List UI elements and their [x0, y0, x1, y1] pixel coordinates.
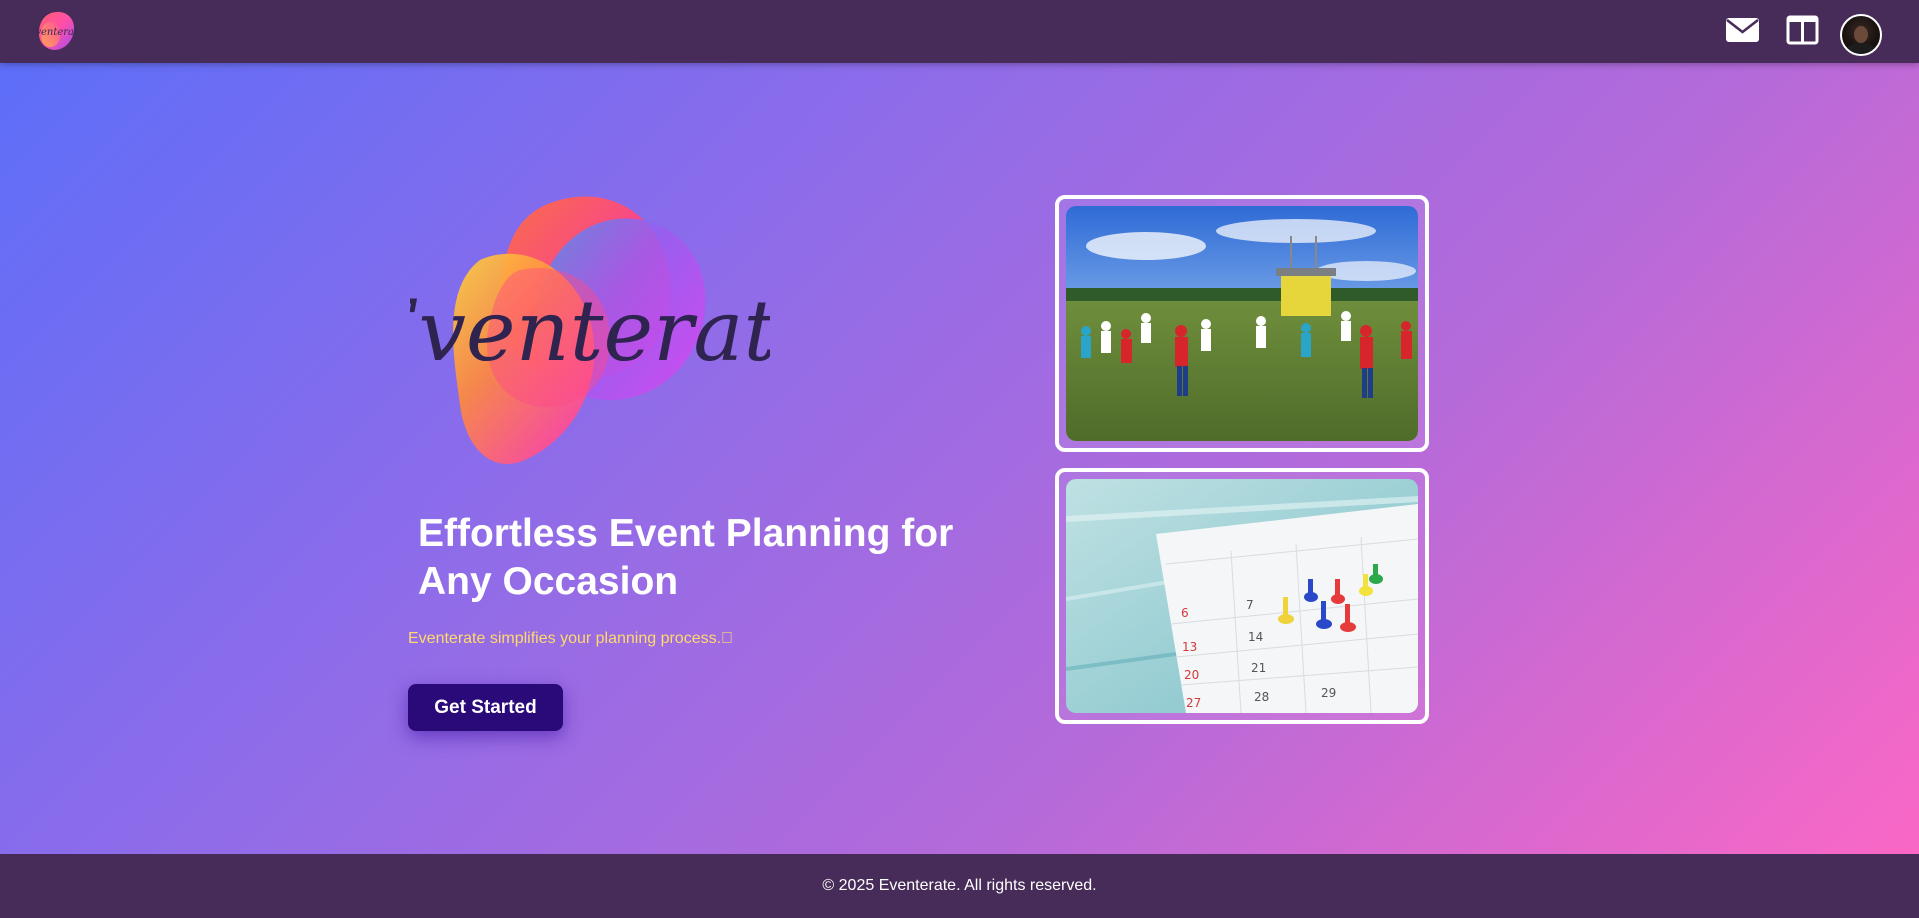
svg-text:14: 14 — [1248, 630, 1263, 644]
svg-text:20: 20 — [1184, 668, 1199, 682]
mail-icon[interactable] — [1725, 15, 1760, 45]
page-footer: © 2025 Eventerate. All rights reserved. — [0, 854, 1919, 918]
avatar-face — [1854, 26, 1868, 43]
hero-subtitle: Eventerate simplifies your planning proc… — [408, 630, 734, 647]
top-navbar: Eventerate — [0, 0, 1919, 63]
svg-text:27: 27 — [1186, 696, 1201, 710]
brand-logo-text: Eventerate — [34, 27, 78, 38]
svg-text:29: 29 — [1321, 686, 1336, 700]
hero-title: Effortless Event Planning for Any Occasi… — [418, 512, 954, 603]
get-started-button[interactable]: Get Started — [408, 684, 563, 731]
brand-logo[interactable]: Eventerate — [27, 8, 84, 54]
layout-icon[interactable] — [1786, 14, 1819, 46]
svg-text:21: 21 — [1251, 661, 1266, 675]
hero-logo: Eventerate — [355, 190, 827, 470]
event-photo-card — [1055, 195, 1429, 452]
event-crowd-photo — [1066, 206, 1418, 441]
avatar-shoulders — [1846, 43, 1876, 54]
calendar-photo-card: 6 13 20 27 7 14 21 28 29 — [1055, 468, 1429, 724]
svg-text:7: 7 — [1246, 598, 1254, 612]
calendar-pins-photo: 6 13 20 27 7 14 21 28 29 — [1066, 479, 1418, 713]
user-avatar[interactable] — [1840, 14, 1882, 56]
footer-copyright: © 2025 Eventerate. All rights reserved. — [822, 877, 1097, 894]
hero-logo-text: Eventerate — [410, 282, 770, 380]
svg-text:13: 13 — [1182, 640, 1197, 654]
svg-text:28: 28 — [1254, 690, 1269, 704]
svg-text:6: 6 — [1181, 606, 1189, 620]
